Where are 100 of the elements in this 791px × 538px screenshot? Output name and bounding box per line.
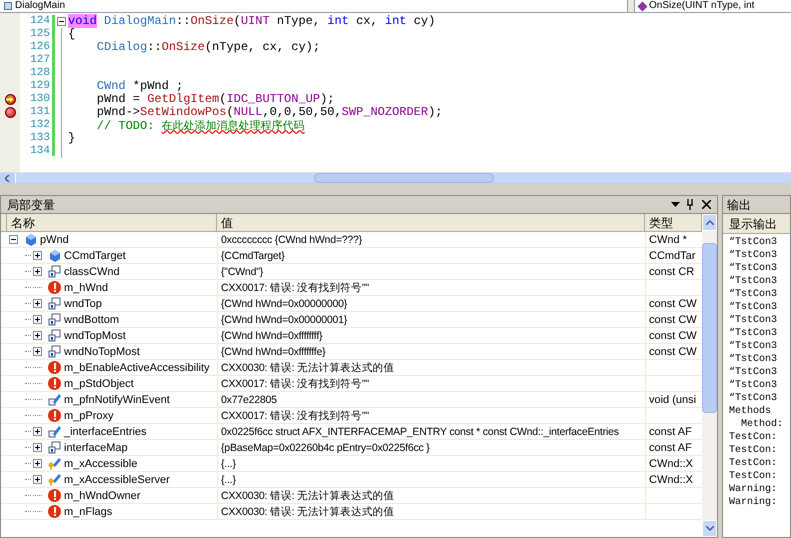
variable-value: CXX0017: 错误: 没有找到符号"" — [221, 282, 369, 294]
variable-type: const CW — [649, 330, 697, 342]
variable-name: m_bEnableActiveAccessibility — [64, 360, 210, 376]
variable-name: m_pProxy — [64, 408, 114, 424]
expand-icon[interactable] — [33, 459, 42, 468]
variable-value: {...} — [221, 474, 236, 486]
variable-type: CCmdTar — [649, 250, 696, 262]
error-icon — [48, 489, 61, 502]
variable-value: {pBaseMap=0x02260b4c pEntry=0x0225f6cc } — [221, 442, 430, 454]
variable-type: CWnd * — [649, 234, 687, 246]
dropdown-icon[interactable] — [671, 202, 680, 208]
output-line: “TstCon3 — [729, 353, 778, 366]
scroll-up-button[interactable] — [702, 214, 717, 231]
expand-icon[interactable] — [33, 267, 42, 276]
member-combo[interactable]: OnSize(UINT nType, int — [634, 0, 791, 12]
line-number: 131 — [30, 106, 50, 119]
variable-name: m_hWndOwner — [64, 488, 140, 504]
output-line: “TstCon3 — [729, 327, 778, 340]
pen-icon — [48, 393, 61, 406]
expand-icon[interactable] — [33, 475, 42, 484]
expand-icon[interactable] — [33, 427, 42, 436]
output-line: Methods — [729, 405, 772, 418]
scroll-thumb[interactable] — [702, 243, 717, 413]
variable-type: const CW — [649, 314, 697, 326]
breakpoint-icon[interactable] — [4, 107, 16, 118]
output-line: “TstCon3 — [729, 392, 778, 405]
variable-type: CWnd::X — [649, 458, 694, 470]
variable-name: wndBottom — [64, 312, 120, 328]
column-header[interactable]: 值 — [217, 214, 645, 231]
code-line: pWnd->SetWindowPos(NULL,0,0,50,50,SWP_NOZORDER); — [96, 106, 442, 119]
line-number: 132 — [30, 119, 50, 132]
expand-icon[interactable] — [33, 347, 42, 356]
key-pen-icon — [48, 457, 61, 470]
variable-value: {CWnd hWnd=0x00000001} — [221, 314, 348, 326]
expand-icon[interactable] — [33, 251, 42, 260]
line-number: 128 — [30, 67, 50, 80]
output-line: “TstCon3 — [729, 249, 778, 262]
output-line: “TstCon3 — [729, 262, 778, 275]
line-number: 124 — [30, 15, 50, 28]
variable-value: CXX0030: 错误: 无法计算表达式的值 — [221, 490, 394, 502]
close-icon[interactable] — [702, 200, 711, 209]
expand-icon[interactable] — [33, 443, 42, 452]
expand-icon[interactable] — [33, 315, 42, 324]
variable-value: CXX0017: 错误: 没有找到符号"" — [221, 410, 369, 422]
scroll-thumb[interactable] — [314, 173, 494, 183]
output-line: TestCon: — [729, 444, 778, 457]
code-line: pWnd = GetDlgItem(IDC_BUTTON_UP); — [96, 93, 334, 106]
code-line: } — [68, 132, 76, 145]
error-icon — [48, 409, 61, 422]
scroll-left-button[interactable] — [0, 173, 16, 183]
output-line: “TstCon3 — [729, 366, 778, 379]
variable-type: CWnd::X — [649, 474, 694, 486]
class-combo[interactable]: DialogMain — [0, 0, 628, 12]
variable-value: CXX0017: 错误: 没有找到符号"" — [221, 378, 369, 390]
output-line: “TstCon3 — [729, 275, 778, 288]
variable-value: 0xcccccccc {CWnd hWnd=???} — [221, 234, 362, 246]
column-header[interactable]: 名称 — [7, 214, 217, 231]
line-number: 130 — [30, 93, 50, 106]
variable-type: const CW — [649, 298, 697, 310]
breakpoint-arrow-icon[interactable] — [4, 94, 16, 105]
variable-name: m_hWnd — [64, 280, 108, 296]
line-number: 129 — [30, 80, 50, 93]
scroll-down-button[interactable] — [702, 520, 717, 537]
expand-icon[interactable] — [33, 331, 42, 340]
variable-name: wndTopMost — [64, 328, 126, 344]
variable-type: const AF — [649, 442, 692, 454]
pen-icon — [48, 425, 61, 438]
variable-type: void (unsi — [649, 394, 696, 406]
variable-name: classCWnd — [64, 264, 120, 280]
vertical-scrollbar[interactable] — [702, 214, 717, 537]
output-line: TestCon: — [729, 431, 778, 444]
variable-value: {CWnd hWnd=0xfffffffe} — [221, 346, 326, 358]
class-icon — [4, 2, 12, 10]
variable-name: m_pStdObject — [64, 376, 134, 392]
expand-icon[interactable] — [33, 299, 42, 308]
variable-name: m_nFlags — [64, 504, 112, 520]
variable-name: m_xAccessibleServer — [64, 472, 170, 488]
variable-name: m_pfnNotifyWinEvent — [64, 392, 170, 408]
panel-title: 局部变量 — [7, 196, 56, 214]
output-line: TestCon: — [729, 470, 778, 483]
variable-value: CXX0030: 错误: 无法计算表达式的值 — [221, 506, 394, 518]
variable-value: {"CWnd"} — [221, 266, 264, 278]
collapse-icon[interactable] — [9, 235, 18, 244]
variable-type: const AF — [649, 426, 692, 438]
output-line: Method: — [740, 418, 784, 431]
variable-value: {...} — [221, 458, 236, 470]
collapse-icon[interactable] — [57, 17, 66, 26]
panel-title: 输出 — [727, 196, 751, 214]
error-icon — [48, 377, 61, 390]
pin-icon[interactable] — [686, 199, 694, 210]
cube-icon — [48, 249, 61, 262]
variable-name: interfaceMap — [64, 440, 128, 456]
cube-icon — [24, 233, 37, 246]
code-line: CWnd *pWnd ; — [96, 80, 184, 93]
code-line: { — [68, 28, 76, 41]
output-source-label: 显示输出 — [729, 216, 777, 232]
output-line: “TstCon3 — [729, 288, 778, 301]
variable-name: pWnd — [40, 232, 69, 248]
static-member-icon — [48, 441, 61, 454]
output-line: “TstCon3 — [729, 314, 778, 327]
